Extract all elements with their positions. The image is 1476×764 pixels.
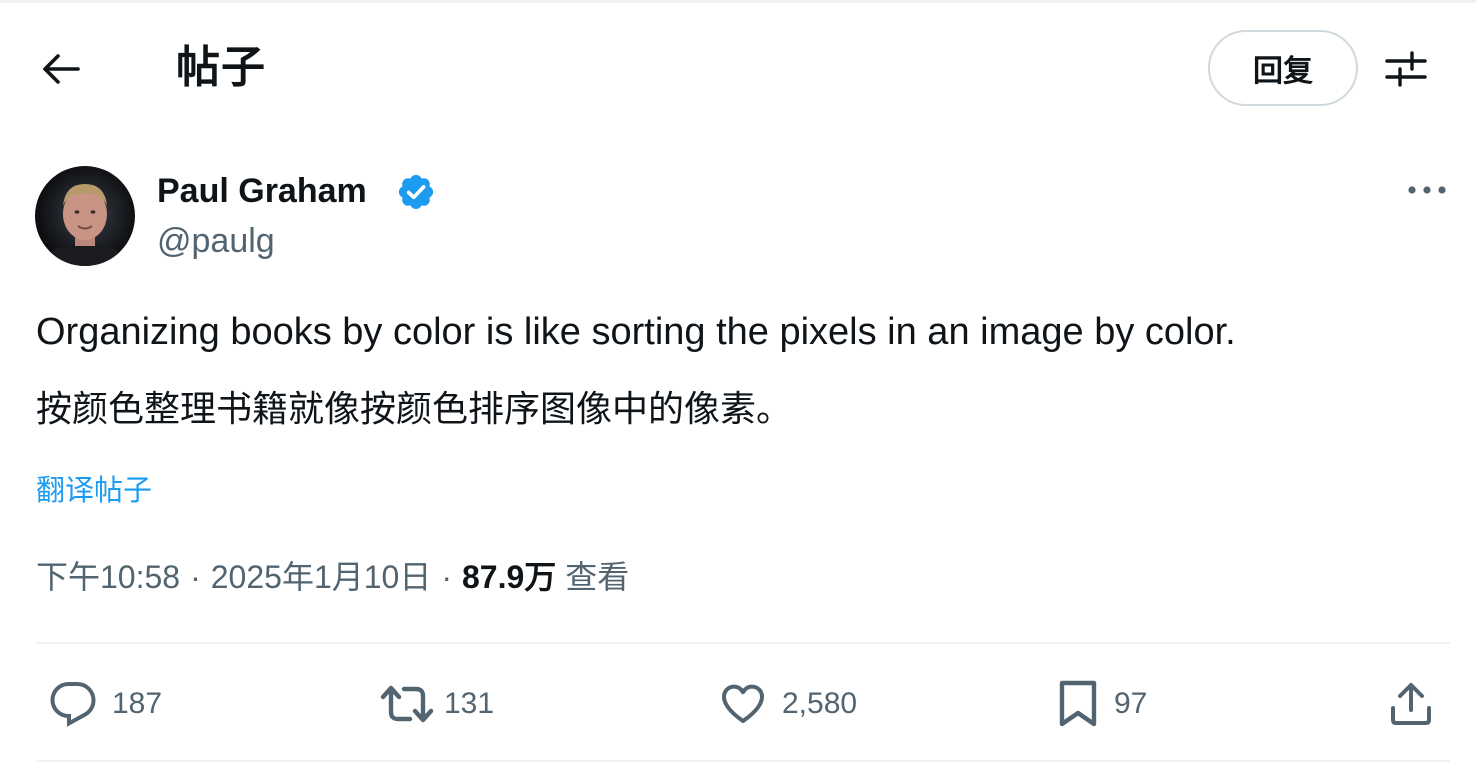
reply-count: 187 (112, 687, 163, 720)
meta-separator: · (441, 559, 452, 595)
author-name[interactable]: Paul Graham (157, 170, 367, 212)
heart-icon (722, 684, 764, 723)
more-options-button[interactable] (1404, 172, 1450, 208)
meta-separator: · (190, 559, 201, 595)
page-title: 帖子 (176, 42, 266, 93)
retweet-icon (380, 685, 434, 723)
bookmark-count: 97 (1114, 687, 1148, 720)
sliders-icon (1385, 51, 1427, 87)
reply-button[interactable]: 回复 (1208, 30, 1358, 106)
divider (36, 642, 1450, 644)
avatar[interactable] (35, 166, 135, 266)
tweet-text: Organizing books by color is like sortin… (36, 311, 1236, 353)
bookmark-icon (1059, 680, 1097, 727)
like-count: 2,580 (782, 687, 858, 720)
reply-action[interactable]: 187 (48, 676, 162, 732)
tweet-date[interactable]: 2025年1月10日 (211, 559, 432, 595)
bookmark-action[interactable]: 97 (1056, 676, 1147, 732)
share-button[interactable] (1386, 676, 1436, 732)
arrow-left-icon (43, 54, 80, 84)
translate-post-link[interactable]: 翻译帖子 (36, 470, 152, 510)
tweet-time[interactable]: 下午10:58 (36, 559, 180, 595)
like-action[interactable]: 2,580 (718, 676, 857, 732)
filter-button[interactable] (1380, 46, 1432, 92)
more-horizontal-icon (1408, 186, 1446, 194)
share-icon (1391, 683, 1431, 725)
avatar-portrait (43, 184, 127, 266)
retweet-count: 131 (444, 687, 495, 720)
views-count: 87.9万 (462, 559, 557, 595)
retweet-action[interactable]: 131 (380, 676, 494, 732)
views-label: 查看 (565, 559, 630, 595)
author-handle[interactable]: @paulg (157, 220, 275, 262)
tweet-meta: 下午10:58 · 2025年1月10日 · 87.9万 查看 (36, 554, 629, 600)
tweet-text-translation: 按颜色整理书籍就像按颜色排序图像中的像素。 (36, 389, 793, 430)
divider (36, 760, 1450, 762)
chat-bubble-icon (50, 682, 96, 727)
verified-badge-icon (398, 174, 434, 210)
top-border (0, 0, 1476, 3)
back-button[interactable] (36, 46, 86, 92)
